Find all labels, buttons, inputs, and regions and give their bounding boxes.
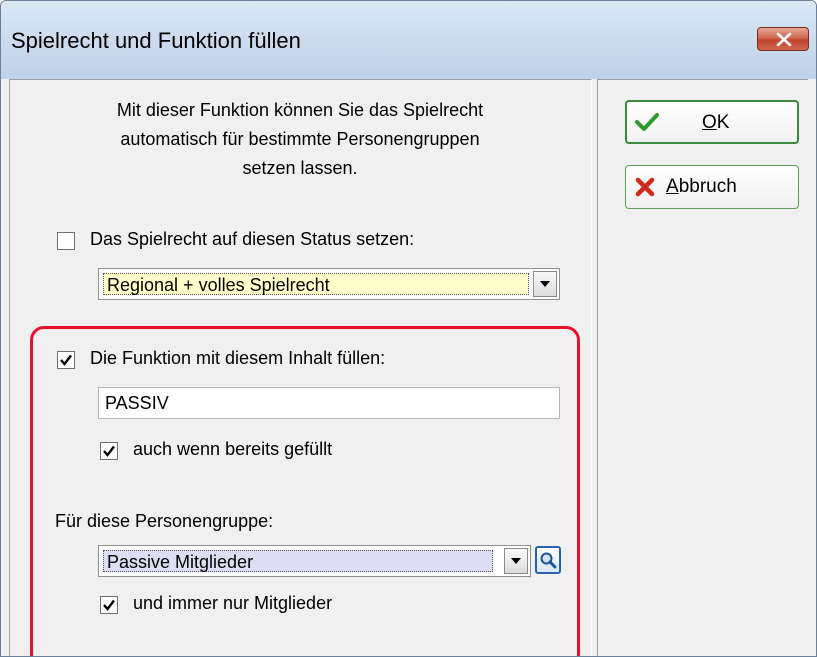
dialog-client-area: Mit dieser Funktion können Sie das Spiel… — [9, 79, 808, 656]
funktion-checkbox-label[interactable]: Die Funktion mit diesem Inhalt füllen: — [90, 348, 385, 369]
status-select[interactable]: Regional + volles Spielrecht — [98, 268, 560, 300]
personengruppe-select[interactable]: Passive Mitglieder — [98, 545, 531, 577]
status-checkbox[interactable] — [57, 232, 75, 250]
ok-button[interactable]: OK — [625, 100, 799, 144]
cancel-button-label: Abbruch — [666, 176, 737, 197]
settings-panel: Mit dieser Funktion können Sie das Spiel… — [9, 79, 592, 656]
status-select-dropdown-button[interactable] — [533, 271, 557, 297]
checkmark-icon — [103, 445, 115, 457]
members-only-checkbox[interactable] — [100, 596, 118, 614]
intro-line-1: Mit dieser Funktion können Sie das Spiel… — [116, 100, 484, 120]
close-icon — [776, 33, 792, 46]
window-title: Spielrecht und Funktion füllen — [11, 28, 301, 53]
chevron-down-icon — [511, 558, 521, 564]
close-button[interactable] — [757, 27, 809, 51]
members-only-checkbox-label[interactable]: und immer nur Mitglieder — [133, 593, 332, 614]
funktion-input[interactable]: PASSIV — [98, 387, 560, 419]
chevron-down-icon — [540, 281, 550, 287]
status-select-value: Regional + volles Spielrecht — [103, 273, 529, 295]
personengruppe-label: Für diese Personengruppe: — [55, 511, 274, 531]
ok-button-label: OK — [702, 112, 730, 133]
title-bar[interactable]: Spielrecht und Funktion füllen — [1, 1, 816, 79]
personengruppe-search-button[interactable] — [535, 546, 561, 574]
intro-text: Mit dieser Funktion können Sie das Spiel… — [50, 96, 550, 183]
cross-icon — [635, 177, 655, 203]
button-panel: OK Abbruch — [597, 79, 808, 656]
funktion-checkbox[interactable] — [57, 351, 75, 369]
intro-line-2: automatisch für bestimmte Personengruppe… — [120, 129, 480, 149]
status-checkbox-label[interactable]: Das Spielrecht auf diesen Status setzen: — [90, 229, 414, 250]
personengruppe-dropdown-button[interactable] — [504, 548, 528, 574]
cancel-button[interactable]: Abbruch — [625, 165, 799, 209]
checkmark-icon — [103, 599, 115, 611]
checkmark-icon — [60, 354, 72, 366]
checkmark-icon — [635, 112, 659, 138]
intro-line-3: setzen lassen. — [242, 158, 358, 178]
personengruppe-select-value: Passive Mitglieder — [103, 550, 493, 572]
overwrite-checkbox-label[interactable]: auch wenn bereits gefüllt — [133, 439, 332, 460]
magnifier-icon — [540, 552, 557, 569]
dialog-window: Spielrecht und Funktion füllen Mit diese… — [0, 0, 817, 657]
overwrite-checkbox[interactable] — [100, 442, 118, 460]
